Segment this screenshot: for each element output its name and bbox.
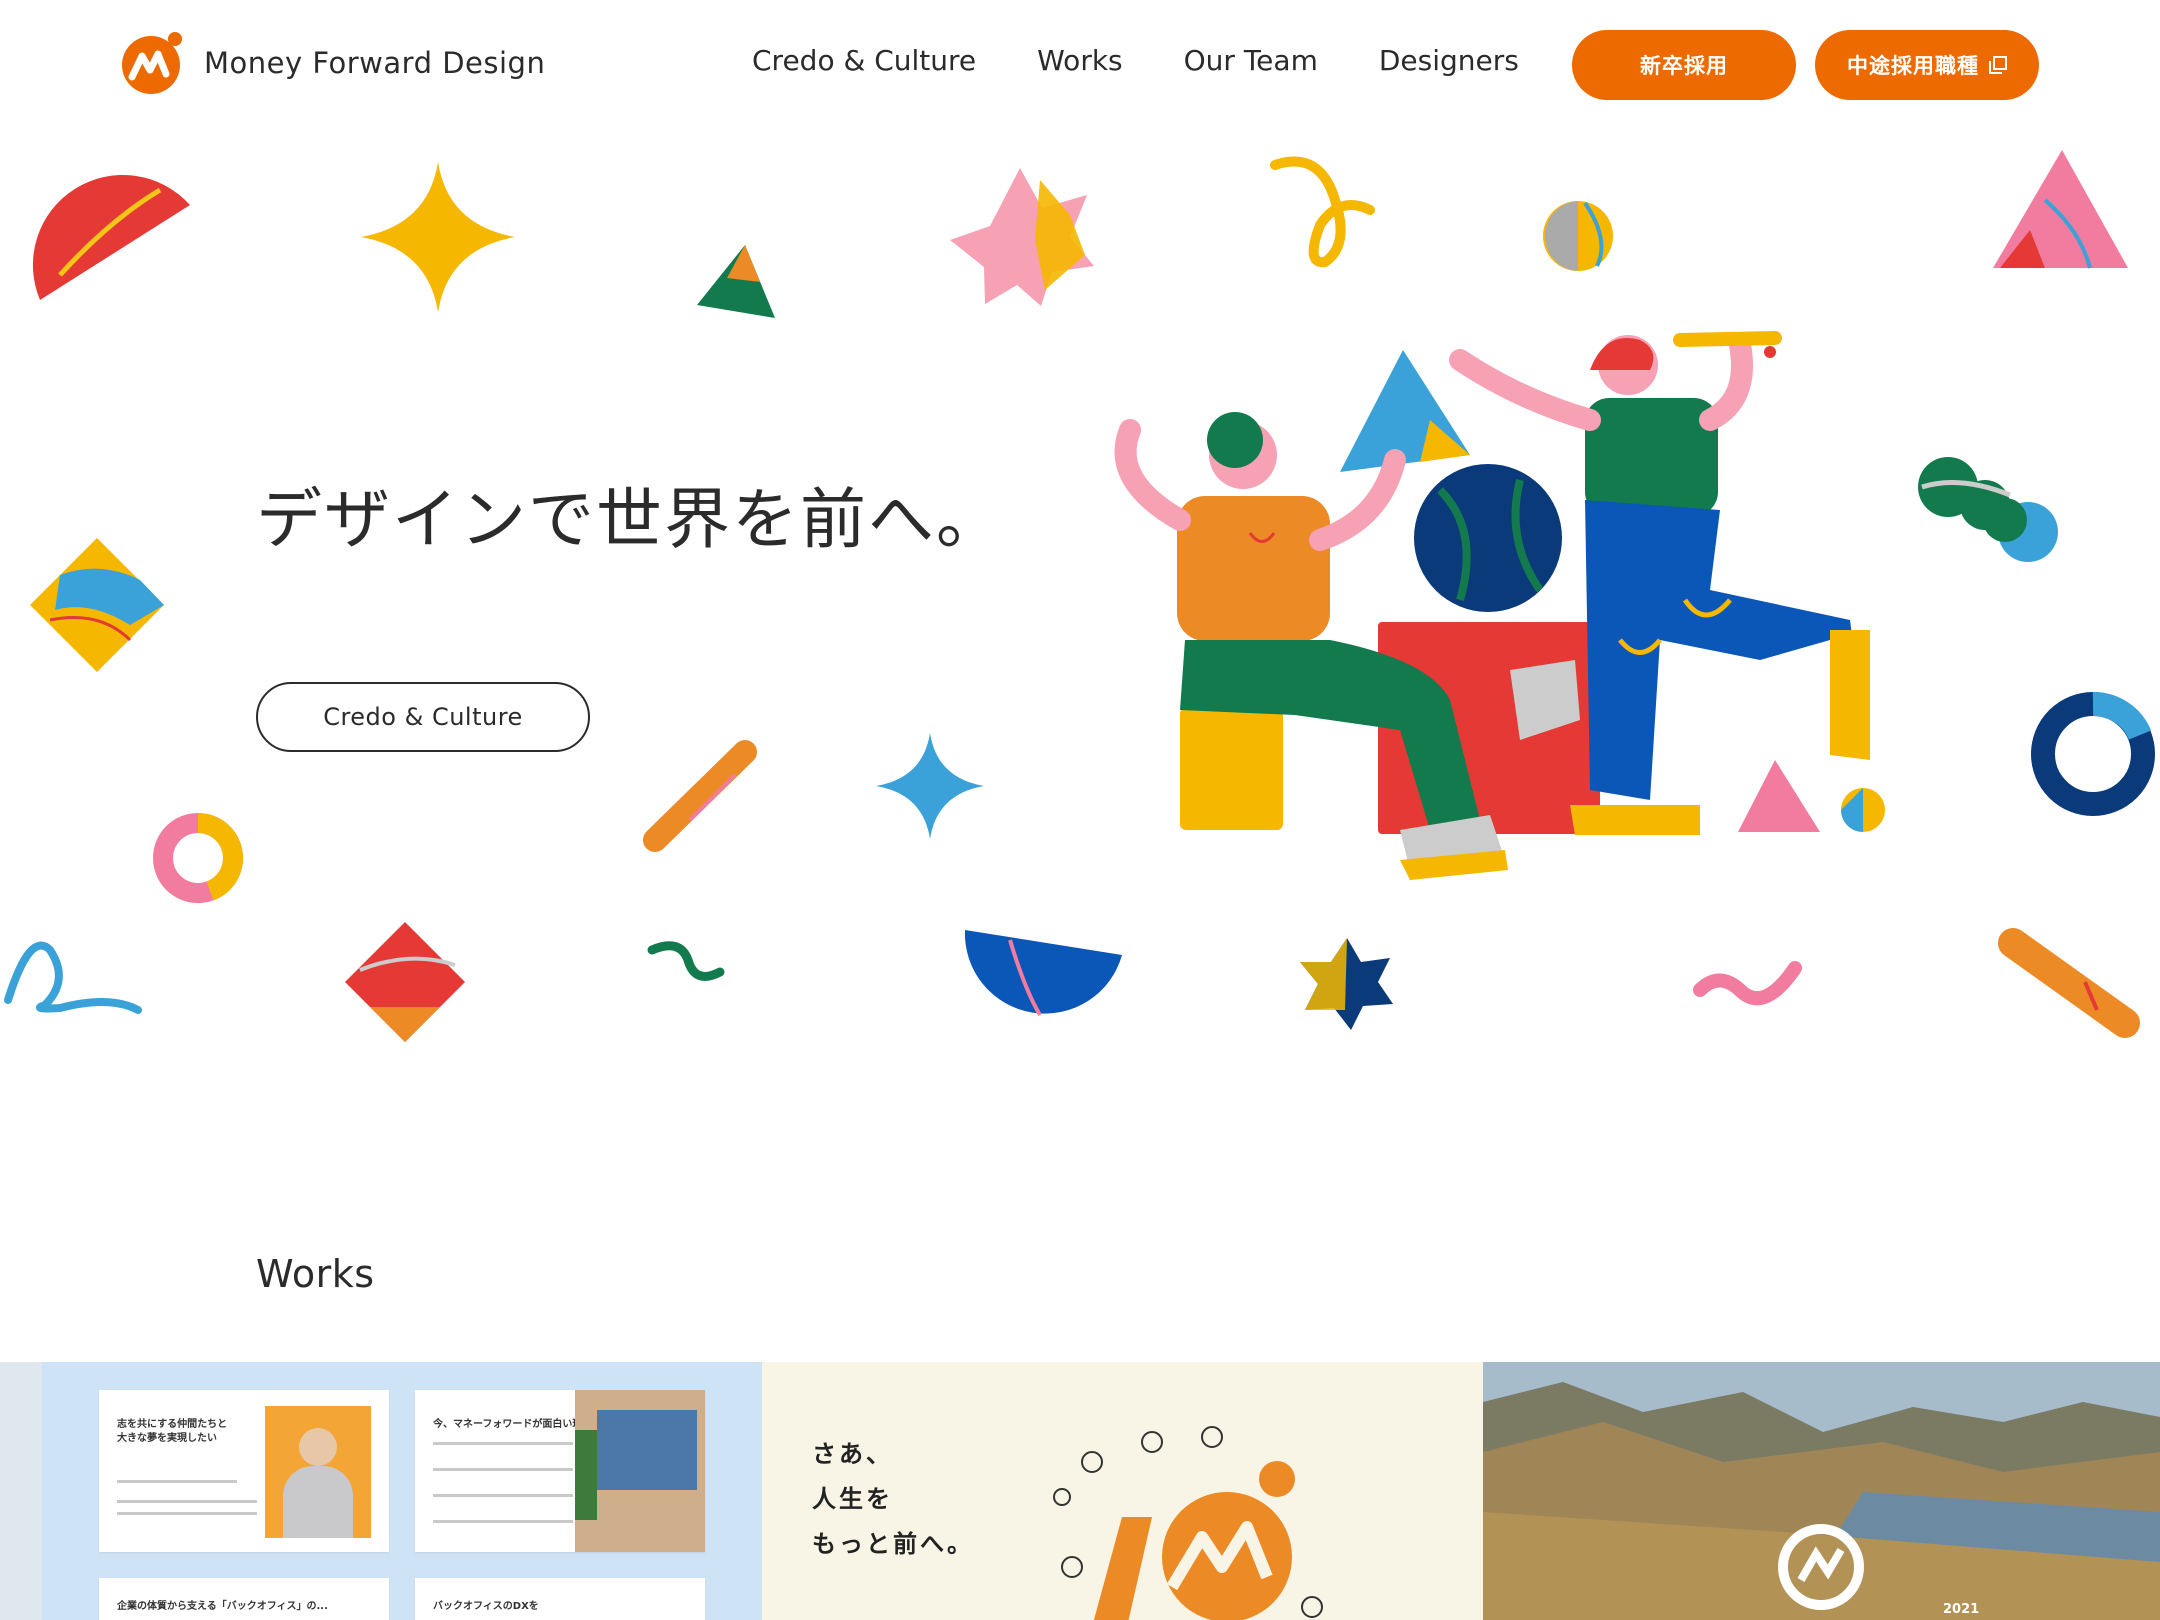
doc-title: バックオフィスのDXを (433, 1601, 539, 1612)
hero-illustration (4, 150, 2155, 1042)
doc-thumbnail: 企業の体質から支える「バックオフィス」の... (99, 1578, 389, 1620)
main-nav: Credo & Culture Works Our Team Designers (752, 44, 1580, 77)
yellow-diamond-shape (30, 538, 164, 672)
external-link-icon (1989, 56, 2007, 74)
works-heading: Works (256, 1252, 375, 1296)
pink-triangle-shape (1993, 150, 2128, 269)
people-illustration (1114, 331, 1885, 880)
mid-career-recruit-button[interactable]: 中途採用職種 (1815, 30, 2039, 100)
doc-title: 企業の体質から支える「バックオフィス」の... (117, 1601, 328, 1612)
mid-career-recruit-label: 中途採用職種 (1847, 54, 1979, 78)
card-edge (0, 1362, 42, 1620)
work-card-1[interactable]: 志を共にする仲間たちと 大きな夢を実現したい 今、マネーフォワードが面白い理由 … (0, 1362, 762, 1620)
blue-half-circle-shape (964, 930, 1122, 1017)
anniversary-copy: さあ、 人生を もっと前へ。 (812, 1440, 974, 1558)
doc-line (433, 1520, 573, 1523)
logo-text: Money Forward Design (204, 46, 546, 80)
portrait-photo (265, 1406, 371, 1538)
doc-thumbnail: 今、マネーフォワードが面白い理由 (415, 1390, 705, 1552)
yellow-ball-shape (1543, 201, 1613, 271)
nav-credo-culture[interactable]: Credo & Culture (752, 44, 976, 77)
site-logo[interactable]: Money Forward Design (120, 30, 545, 96)
star-highlight-shape (1035, 180, 1085, 290)
landscape-photo (1483, 1362, 2160, 1620)
work-card-3[interactable]: 2021 (1483, 1362, 2160, 1620)
works-carousel: 志を共にする仲間たちと 大きな夢を実現したい 今、マネーフォワードが面白い理由 … (0, 1362, 2160, 1620)
red-half-circle-shape (32, 174, 190, 300)
new-grad-recruit-label: 新卒採用 (1640, 54, 1728, 78)
doc-line (117, 1480, 237, 1483)
blue-ring-shape (2031, 692, 2155, 816)
doc-title: 志を共にする仲間たちと 大きな夢を実現したい (117, 1419, 228, 1444)
doc-line (117, 1500, 257, 1503)
doc-line (117, 1512, 257, 1515)
hero-credo-culture-button[interactable]: Credo & Culture (256, 682, 590, 752)
doc-thumbnail: バックオフィスのDXを (415, 1578, 705, 1620)
blue-sparkle-shape (876, 733, 984, 839)
anniversary-10-logo-icon (1053, 1426, 1323, 1620)
doc-line (433, 1468, 573, 1471)
nav-designers[interactable]: Designers (1379, 44, 1519, 77)
blue-loop-shape (4, 941, 142, 1014)
yellow-sparkle-shape (361, 162, 515, 312)
navy-star-highlight-shape (1300, 938, 1347, 1010)
new-grad-recruit-button[interactable]: 新卒採用 (1572, 30, 1796, 100)
orange-stick-shape (643, 740, 757, 852)
hero-title: デザインで世界を前へ。 (256, 481, 1004, 558)
nav-works[interactable]: Works (1037, 44, 1123, 77)
hero-cta-label: Credo & Culture (323, 703, 523, 731)
money-forward-logo-icon (122, 32, 182, 94)
doc-title: 今、マネーフォワードが面白い理由 (433, 1419, 593, 1430)
year-label: 2021 (1943, 1602, 1980, 1617)
green-triangle-shape (697, 245, 775, 318)
nav-our-team[interactable]: Our Team (1184, 44, 1318, 77)
green-blob-shape (1918, 457, 2058, 562)
green-squiggle-shape (647, 941, 725, 981)
doc-thumbnail: 志を共にする仲間たちと 大きな夢を実現したい (99, 1390, 389, 1552)
site-header: Money Forward Design Credo & Culture Wor… (0, 0, 2160, 130)
pink-ring-shape (153, 813, 244, 903)
doc-line (433, 1494, 573, 1497)
work-card-2[interactable]: さあ、 人生を もっと前へ。 (762, 1362, 1483, 1620)
doc-line (433, 1442, 573, 1445)
pink-squiggle-shape (1693, 961, 1802, 1006)
yellow-squiggle-shape (1270, 156, 1375, 268)
orange-stick-right-shape (1998, 928, 2140, 1038)
office-photo (575, 1390, 705, 1552)
red-diamond-shape (345, 922, 465, 1042)
